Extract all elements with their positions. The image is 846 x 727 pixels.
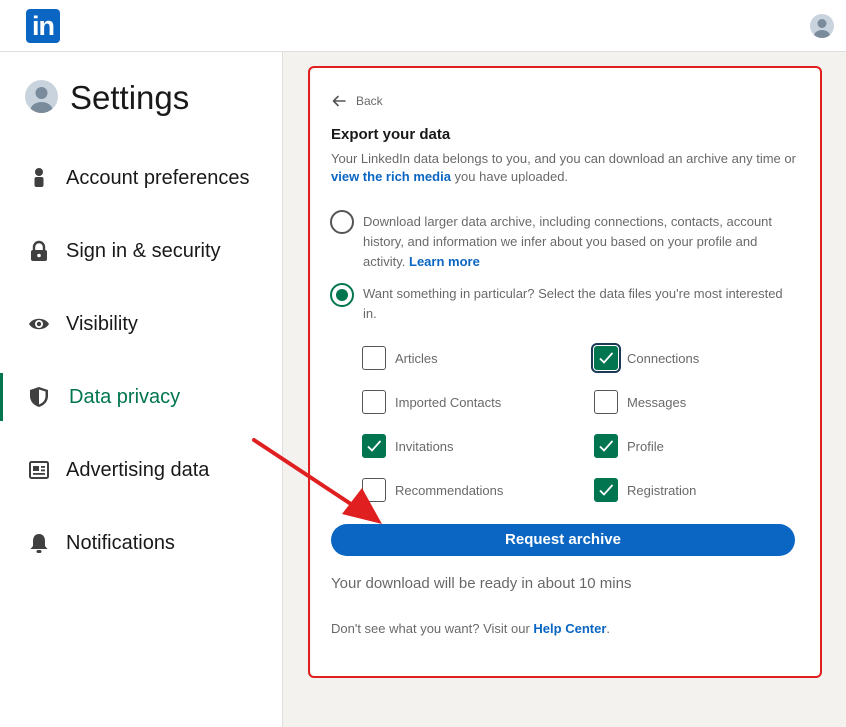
check-icon [599,484,614,496]
shield-icon [28,386,50,408]
settings-avatar [25,80,58,113]
section-description: Your LinkedIn data belongs to you, and y… [331,150,801,186]
radio-full-archive[interactable] [330,210,354,234]
checkbox-label-recommendations: Recommendations [395,483,504,498]
sidebar-item-data-privacy[interactable]: Data privacy [0,373,283,421]
sidebar-item-visibility[interactable]: Visibility [0,300,283,348]
back-label: Back [356,94,383,108]
person-icon [28,167,50,189]
checkbox-articles[interactable] [362,346,386,370]
checkbox-profile[interactable] [594,434,618,458]
checkbox-recommendations[interactable] [362,478,386,502]
lock-icon [28,240,50,262]
eye-icon [28,313,50,335]
checkbox-registration[interactable] [594,478,618,502]
sidebar-item-account-preferences[interactable]: Account preferences [0,154,283,202]
checkbox-label-articles: Articles [395,351,438,366]
particular-files-label: Want something in particular? Select the… [363,286,783,321]
checkbox-label-invitations: Invitations [395,439,454,454]
help-text: Don't see what you want? Visit our Help … [331,621,610,636]
request-archive-button[interactable]: Request archive [331,524,795,556]
learn-more-link[interactable]: Learn more [409,254,480,269]
top-nav-bar: in [0,0,846,52]
avatar-icon [30,87,53,113]
sidebar-item-label: Sign in & security [66,240,221,262]
sidebar-item-label: Notifications [66,532,175,554]
back-button[interactable]: Back [331,92,383,110]
sidebar-item-notifications[interactable]: Notifications [0,519,283,567]
checkbox-label-messages: Messages [627,395,687,410]
checkbox-label-registration: Registration [627,483,697,498]
checkbox-label-profile: Profile [627,439,664,454]
radio-particular-files[interactable] [330,283,354,307]
view-rich-media-link[interactable]: view the rich media [331,169,451,184]
checkbox-messages[interactable] [594,390,618,414]
sidebar-item-label: Account preferences [66,167,250,189]
sidebar-item-label: Advertising data [66,459,210,481]
bell-icon [28,532,50,554]
sidebar-item-sign-in-security[interactable]: Sign in & security [0,227,283,275]
check-icon [599,440,614,452]
arrow-left-icon [332,95,346,107]
newspaper-icon [28,459,50,481]
checkbox-label-imported-contacts: Imported Contacts [395,395,502,410]
description-text: Your LinkedIn data belongs to you, and y… [331,151,796,166]
linkedin-logo[interactable]: in [26,9,60,43]
description-text: you have uploaded. [450,169,569,184]
checkbox-imported-contacts[interactable] [362,390,386,414]
download-ready-text: Your download will be ready in about 10 … [331,575,632,592]
full-archive-label: Download larger data archive, including … [363,212,793,272]
help-suffix: . [606,621,611,636]
checkbox-connections[interactable] [591,343,621,373]
checkbox-label-connections: Connections [627,351,700,366]
section-title: Export your data [331,126,451,143]
avatar[interactable] [810,14,834,38]
sidebar-item-label: Data privacy [69,386,181,408]
help-prefix: Don't see what you want? Visit our [331,621,534,636]
sidebar-item-label: Visibility [66,313,138,335]
page-title: Settings [70,79,190,116]
help-center-link[interactable]: Help Center [533,621,606,636]
sidebar-item-advertising-data[interactable]: Advertising data [0,446,283,494]
avatar-icon [814,19,830,38]
check-icon [367,440,382,452]
checkbox-invitations[interactable] [362,434,386,458]
check-icon [599,352,614,364]
